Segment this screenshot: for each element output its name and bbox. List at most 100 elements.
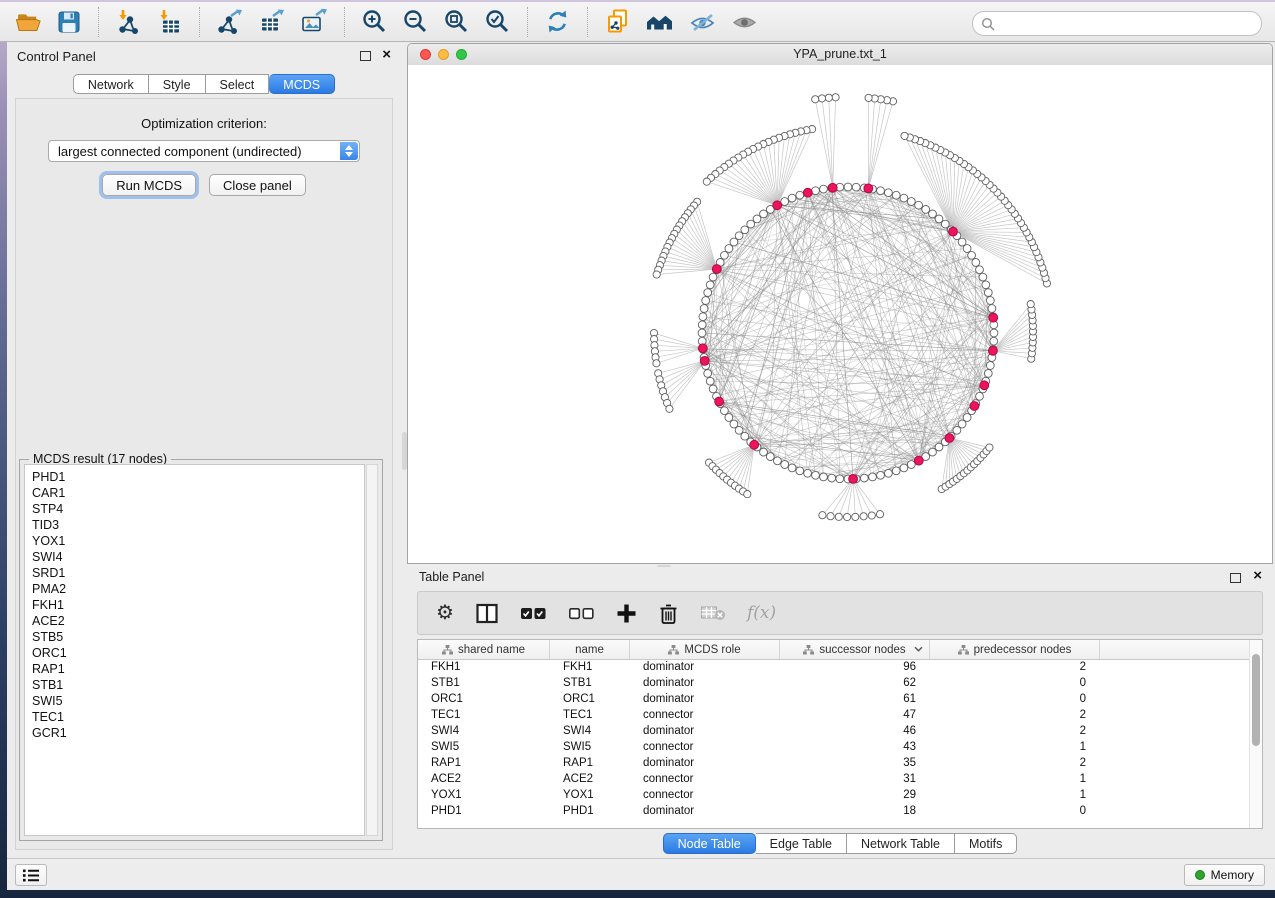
table-close-icon[interactable]: × bbox=[1253, 570, 1262, 582]
unchecked-boxes-icon bbox=[568, 606, 595, 621]
show-all-button[interactable] bbox=[724, 7, 766, 37]
zoom-in-button[interactable] bbox=[354, 6, 395, 37]
open-folder-icon bbox=[15, 9, 42, 35]
export-table-button[interactable] bbox=[251, 6, 293, 37]
table-float-icon[interactable] bbox=[1230, 573, 1241, 583]
table-cell: ACE2 bbox=[418, 771, 550, 787]
float-panel-icon[interactable] bbox=[360, 51, 371, 61]
table-tab-node-table[interactable]: Node Table bbox=[663, 833, 756, 854]
refresh-button[interactable] bbox=[537, 6, 578, 37]
zoom-out-icon bbox=[402, 8, 429, 35]
table-scrollbar-thumb[interactable] bbox=[1252, 654, 1260, 746]
table-cell: 0 bbox=[930, 803, 1100, 819]
table-row[interactable]: SWI4SWI4dominator462 bbox=[418, 723, 1249, 739]
mcds-result-item[interactable]: SRD1 bbox=[32, 565, 364, 581]
delete-column-button[interactable] bbox=[656, 600, 681, 627]
mcds-result-item[interactable]: ORC1 bbox=[32, 645, 364, 661]
table-tab-network-table[interactable]: Network Table bbox=[847, 833, 955, 854]
tab-network[interactable]: Network bbox=[73, 74, 149, 94]
tab-select[interactable]: Select bbox=[206, 74, 270, 94]
table-row[interactable]: TEC1TEC1connector472 bbox=[418, 707, 1249, 723]
mcds-result-item[interactable]: CAR1 bbox=[32, 485, 364, 501]
table-cell: 29 bbox=[780, 787, 930, 803]
hide-selected-button[interactable] bbox=[682, 7, 724, 37]
mcds-result-item[interactable]: STB5 bbox=[32, 629, 364, 645]
table-cell: 0 bbox=[930, 691, 1100, 707]
table-settings-button[interactable]: ⚙ bbox=[434, 601, 456, 625]
toolbar-separator bbox=[98, 7, 99, 37]
search-input[interactable] bbox=[999, 14, 1261, 34]
table-cell: YOX1 bbox=[418, 787, 550, 803]
network-window-titlebar[interactable]: YPA_prune.txt_1 bbox=[408, 44, 1272, 66]
table-row[interactable]: PHD1PHD1dominator180 bbox=[418, 803, 1249, 819]
column-header-MCDS-role[interactable]: MCDS role bbox=[630, 640, 780, 659]
table-row[interactable]: FKH1FKH1dominator962 bbox=[418, 659, 1249, 675]
mcds-result-item[interactable]: SWI4 bbox=[32, 549, 364, 565]
plus-icon bbox=[616, 603, 637, 624]
main-toolbar bbox=[0, 0, 1275, 42]
select-all-button[interactable] bbox=[518, 604, 549, 623]
show-columns-button[interactable] bbox=[473, 600, 501, 627]
table-cell: SWI4 bbox=[550, 723, 630, 739]
mcds-result-item[interactable]: STB1 bbox=[32, 677, 364, 693]
table-row[interactable]: ACE2ACE2connector311 bbox=[418, 771, 1249, 787]
clone-network-icon bbox=[604, 8, 631, 35]
column-header-successor-nodes[interactable]: successor nodes bbox=[780, 640, 930, 659]
mcds-result-item[interactable]: GCR1 bbox=[32, 725, 364, 741]
mcds-result-item[interactable]: TID3 bbox=[32, 517, 364, 533]
table-row[interactable]: RAP1RAP1dominator352 bbox=[418, 755, 1249, 771]
mcds-result-item[interactable]: PHD1 bbox=[32, 469, 364, 485]
column-header-name[interactable]: name bbox=[550, 640, 630, 659]
tab-style[interactable]: Style bbox=[149, 74, 206, 94]
clone-network-button[interactable] bbox=[597, 6, 638, 37]
column-header-shared-name[interactable]: shared name bbox=[418, 640, 550, 659]
mcds-result-item[interactable]: STP4 bbox=[32, 501, 364, 517]
table-row[interactable]: SWI5SWI5connector431 bbox=[418, 739, 1249, 755]
zoom-out-button[interactable] bbox=[395, 6, 436, 37]
network-canvas[interactable] bbox=[408, 65, 1272, 563]
table-cell: connector bbox=[630, 787, 780, 803]
delete-table-button[interactable] bbox=[698, 602, 728, 624]
table-row[interactable]: YOX1YOX1connector291 bbox=[418, 787, 1249, 803]
export-image-button[interactable] bbox=[293, 6, 335, 37]
table-scrollbar[interactable] bbox=[1249, 640, 1262, 828]
table-panel-title: Table Panel bbox=[419, 570, 484, 584]
import-table-button[interactable] bbox=[149, 6, 190, 37]
column-header-predecessor-nodes[interactable]: predecessor nodes bbox=[930, 640, 1100, 659]
add-column-button[interactable] bbox=[614, 601, 639, 626]
table-cell: FKH1 bbox=[418, 659, 550, 675]
tab-mcds[interactable]: MCDS bbox=[269, 74, 335, 94]
export-network-button[interactable] bbox=[209, 6, 251, 37]
function-builder-button[interactable]: f(x) bbox=[745, 601, 778, 625]
deselect-all-button[interactable] bbox=[566, 604, 597, 623]
mcds-result-scrollbar[interactable] bbox=[366, 464, 378, 836]
table-row[interactable]: ORC1ORC1dominator610 bbox=[418, 691, 1249, 707]
table-tab-edge-table[interactable]: Edge Table bbox=[756, 833, 847, 854]
criterion-select[interactable]: largest connected component (undirected) bbox=[48, 140, 360, 162]
close-panel-icon[interactable]: × bbox=[382, 49, 391, 61]
table-tab-motifs[interactable]: Motifs bbox=[955, 833, 1017, 854]
mcds-result-item[interactable]: YOX1 bbox=[32, 533, 364, 549]
mcds-result-item[interactable]: RAP1 bbox=[32, 661, 364, 677]
table-row[interactable]: STB1STB1dominator620 bbox=[418, 675, 1249, 691]
memory-button[interactable]: Memory bbox=[1184, 864, 1265, 886]
zoom-selected-button[interactable] bbox=[477, 6, 518, 37]
import-network-button[interactable] bbox=[108, 6, 149, 37]
mcds-result-item[interactable]: ACE2 bbox=[32, 613, 364, 629]
run-mcds-button[interactable]: Run MCDS bbox=[102, 174, 196, 196]
mcds-result-item[interactable]: SWI5 bbox=[32, 693, 364, 709]
mcds-result-item[interactable]: TEC1 bbox=[32, 709, 364, 725]
panel-selector-button[interactable] bbox=[15, 864, 47, 886]
mcds-result-item[interactable]: FKH1 bbox=[32, 597, 364, 613]
mcds-result-item[interactable]: PMA2 bbox=[32, 581, 364, 597]
open-session-button[interactable] bbox=[8, 7, 49, 37]
close-panel-button[interactable]: Close panel bbox=[209, 174, 306, 196]
save-session-button[interactable] bbox=[49, 7, 89, 37]
mcds-result-list[interactable]: PHD1CAR1STP4TID3YOX1SWI4SRD1PMA2FKH1ACE2… bbox=[24, 464, 365, 836]
first-neighbors-button[interactable] bbox=[638, 7, 682, 37]
zoom-fit-button[interactable] bbox=[436, 6, 477, 37]
table-cell: ORC1 bbox=[418, 691, 550, 707]
table-cell: 47 bbox=[780, 707, 930, 723]
toolbar-separator bbox=[199, 7, 200, 37]
table-cell: SWI5 bbox=[418, 739, 550, 755]
